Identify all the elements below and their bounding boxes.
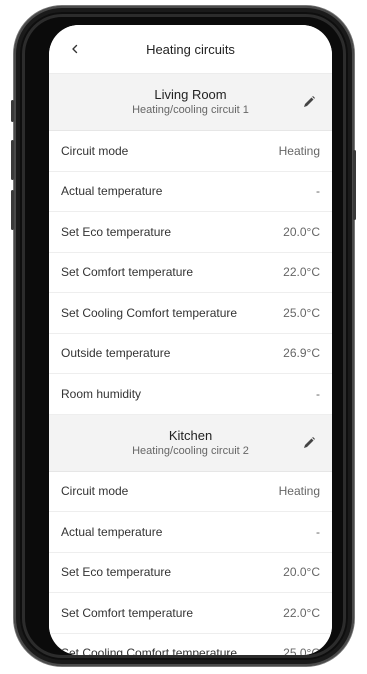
row-value: -	[316, 386, 320, 401]
mute-switch	[11, 100, 14, 122]
row-label: Set Comfort temperature	[61, 265, 194, 280]
row-label: Circuit mode	[61, 143, 129, 158]
circuit-name: Kitchen	[168, 427, 213, 443]
row-label: Set Comfort temperature	[61, 605, 194, 620]
volume-down-button	[11, 190, 14, 230]
row-value: -	[316, 524, 320, 539]
pencil-icon	[304, 436, 315, 448]
circuit-header-kitchen: Kitchen Heating/cooling circuit 2	[49, 414, 332, 472]
app-screen: Heating circuits Living Room Heating/coo…	[49, 25, 332, 655]
row-value: 22.0°C	[283, 605, 320, 620]
row-label: Outside temperature	[61, 346, 171, 361]
list-item[interactable]: Outside temperature 26.9°C	[49, 333, 332, 374]
circuit-subtitle: Heating/cooling circuit 2	[132, 444, 249, 457]
chevron-left-icon	[72, 44, 78, 54]
list-item[interactable]: Set Comfort temperature 22.0°C	[49, 593, 332, 634]
row-value: 26.9°C	[283, 346, 320, 361]
row-value: 25.0°C	[283, 305, 320, 320]
row-value: 20.0°C	[283, 565, 320, 580]
list-item[interactable]: Actual temperature -	[49, 512, 332, 553]
circuit-header-living-room: Living Room Heating/cooling circuit 1	[49, 74, 332, 131]
edit-circuit-button[interactable]	[300, 434, 318, 452]
row-value: 20.0°C	[283, 224, 320, 239]
circuit-subtitle: Heating/cooling circuit 1	[132, 104, 249, 116]
list-item[interactable]: Set Comfort temperature 22.0°C	[49, 252, 332, 293]
row-label: Set Cooling Comfort temperature	[61, 305, 238, 320]
row-label: Set Cooling Comfort temperature	[61, 646, 238, 655]
row-value: Heating	[278, 484, 320, 499]
row-value: -	[316, 184, 320, 199]
page-title: Heating circuits	[146, 41, 235, 57]
list-item[interactable]: Set Eco temperature 20.0°C	[49, 212, 332, 253]
volume-up-button	[11, 140, 14, 180]
row-value: 22.0°C	[283, 265, 320, 280]
circuit-name: Living Room	[154, 87, 227, 102]
app-bar: Heating circuits	[49, 25, 332, 74]
list-item[interactable]: Actual temperature -	[49, 171, 332, 212]
list-item[interactable]: Set Cooling Comfort temperature 25.0°C	[49, 293, 332, 334]
row-label: Circuit mode	[61, 484, 129, 499]
back-button[interactable]	[63, 37, 87, 61]
list-item[interactable]: Circuit mode Heating	[49, 131, 332, 172]
row-value: Heating	[278, 143, 320, 158]
row-label: Set Eco temperature	[61, 224, 172, 239]
row-label: Set Eco temperature	[61, 565, 172, 580]
row-label: Actual temperature	[61, 184, 163, 199]
edit-circuit-button[interactable]	[300, 93, 318, 111]
pencil-icon	[304, 96, 315, 107]
row-label: Room humidity	[61, 386, 142, 401]
power-button	[353, 150, 356, 220]
list-item[interactable]: Circuit mode Heating	[49, 471, 332, 512]
list-item[interactable]: Set Cooling Comfort temperature 25.0°C	[49, 633, 332, 655]
list-item[interactable]: Set Eco temperature 20.0°C	[49, 552, 332, 593]
list-item[interactable]: Room humidity -	[49, 374, 332, 415]
row-label: Actual temperature	[61, 524, 163, 539]
